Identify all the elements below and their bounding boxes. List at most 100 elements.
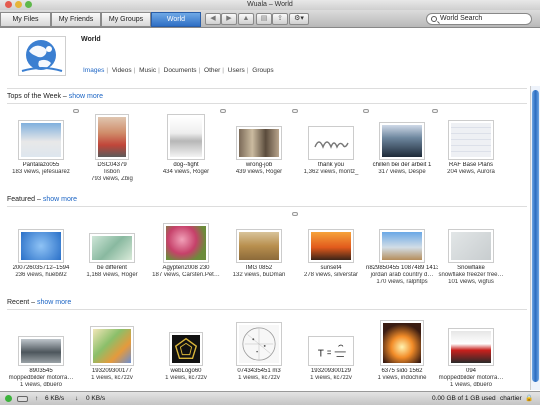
- tab-my-friends[interactable]: My Friends: [51, 12, 101, 27]
- media-title[interactable]: DSC04379: [76, 162, 148, 169]
- media-card[interactable]: sunset4 278 views, silverstar: [295, 211, 367, 279]
- media-title[interactable]: 6375 sido 1562: [366, 368, 438, 375]
- media-title[interactable]: sunset4: [295, 265, 367, 272]
- media-card[interactable]: Snowflake snowflake freezer free… 101 view…: [435, 211, 507, 286]
- media-card[interactable]: 200726035712–1594 236 views, huebi92: [5, 211, 77, 279]
- media-title[interactable]: Ägypten2008 230: [150, 265, 222, 272]
- thumbnail-image[interactable]: [89, 233, 135, 263]
- media-card[interactable]: n829850455 1087489 1413 jordan arab count…: [366, 211, 438, 286]
- media-card[interactable]: 193209300129 1 views, kc7zzv: [295, 314, 367, 382]
- thumbnail-image[interactable]: [308, 336, 354, 366]
- thumbnail-image[interactable]: [169, 332, 203, 366]
- thumbnail-image[interactable]: [379, 122, 425, 160]
- thumbnail-image[interactable]: [18, 229, 64, 263]
- media-card[interactable]: RAF Base Plans 204 views, Aurora: [435, 108, 507, 176]
- show-more-link[interactable]: show more: [43, 196, 77, 203]
- media-title[interactable]: 193209300129: [295, 368, 367, 375]
- thumbnail-image[interactable]: [163, 223, 209, 263]
- media-card[interactable]: 0743435451 m3 1 views, kc7zzv: [223, 314, 295, 382]
- media-card[interactable]: Pantalazo055 183 views, jefesuarez: [5, 108, 77, 176]
- media-card[interactable]: wrong-job 439 views, Roger: [223, 108, 295, 176]
- media-title[interactable]: RAF Base Plans: [435, 162, 507, 169]
- minimize-window-button[interactable]: [15, 1, 22, 8]
- thumbnail-image[interactable]: [236, 126, 282, 160]
- comment-bubble-icon[interactable]: [292, 212, 298, 216]
- scrollbar-thumb[interactable]: [532, 90, 539, 382]
- filter-other[interactable]: Other: [204, 67, 220, 74]
- comment-bubble-icon[interactable]: [363, 109, 369, 113]
- up-button[interactable]: ▲: [238, 13, 254, 25]
- media-card[interactable]: IMG 0852 132 views, buDman: [223, 211, 295, 279]
- thumbnail-image[interactable]: [448, 328, 494, 366]
- media-card[interactable]: thank you 1,362 views, moritz_: [295, 108, 367, 176]
- comment-bubble-icon[interactable]: [432, 109, 438, 113]
- search-input[interactable]: World Search: [426, 13, 532, 25]
- filter-videos[interactable]: Videos: [112, 67, 132, 74]
- thumbnail-image[interactable]: [448, 120, 494, 160]
- media-card[interactable]: chillen bei der arbeit 1 317 views, Despe: [366, 108, 438, 176]
- comment-bubble-icon[interactable]: [220, 109, 226, 113]
- show-more-link[interactable]: show more: [37, 299, 71, 306]
- thumbnail-image[interactable]: [18, 336, 64, 366]
- thumbnail-image[interactable]: [308, 229, 354, 263]
- media-title[interactable]: wrong-job: [223, 162, 295, 169]
- username[interactable]: chartier: [500, 392, 522, 405]
- media-title[interactable]: Pantalazo055: [5, 162, 77, 169]
- zoom-window-button[interactable]: [25, 1, 32, 8]
- media-card[interactable]: dog--fight 434 views, Roger: [150, 108, 222, 176]
- tab-world[interactable]: World: [151, 12, 201, 27]
- thumbnail-image[interactable]: [236, 322, 282, 366]
- show-more-link[interactable]: show more: [69, 93, 103, 100]
- media-title[interactable]: n829850455 1087489 1413: [366, 265, 438, 272]
- media-title[interactable]: 094: [435, 368, 507, 375]
- media-card[interactable]: webLogo60 1 views, kc7zzv: [150, 314, 222, 382]
- thumbnail-image[interactable]: [18, 120, 64, 160]
- media-title[interactable]: dog--fight: [150, 162, 222, 169]
- media-card[interactable]: DSC04379 lisbon 793 views, Zbig: [76, 108, 148, 183]
- action-menu-button[interactable]: ⚙▾: [289, 13, 309, 25]
- filter-groups[interactable]: Groups: [252, 67, 273, 74]
- media-title[interactable]: Snowflake: [435, 265, 507, 272]
- media-card[interactable]: Ägypten2008 230 187 views, Carsten.Pet…: [150, 211, 222, 279]
- media-title[interactable]: 8903545: [5, 368, 77, 375]
- filter-documents[interactable]: Documents: [164, 67, 197, 74]
- media-title[interactable]: thank you: [295, 162, 367, 169]
- media-card[interactable]: 6375 sido 1562 1 views, indochine: [366, 314, 438, 382]
- media-card[interactable]: 094 moppedbilder motorra… 1 views, dbuero: [435, 314, 507, 389]
- filter-music[interactable]: Music: [139, 67, 156, 74]
- forward-button[interactable]: ▶: [221, 13, 237, 25]
- filter-users[interactable]: Users: [228, 67, 245, 74]
- back-button[interactable]: ◀: [205, 13, 221, 25]
- media-title[interactable]: 0743435451 m3: [223, 368, 295, 375]
- thumbnail-image[interactable]: [90, 326, 134, 366]
- vertical-scrollbar[interactable]: [530, 86, 540, 390]
- thumbnail-image[interactable]: [167, 114, 205, 160]
- media-views: 1 views, indochine: [377, 375, 427, 381]
- media-title[interactable]: 193209300177: [76, 368, 148, 375]
- share-button[interactable]: ▤: [256, 13, 272, 25]
- close-window-button[interactable]: [5, 1, 12, 8]
- thumbnail-image[interactable]: [448, 229, 494, 263]
- media-title[interactable]: IMG 0852: [223, 265, 295, 272]
- media-title[interactable]: be different: [76, 265, 148, 272]
- thumbnail-image[interactable]: [95, 114, 129, 160]
- media-filter-bar: Images | Videos | Music | Documents | Other |…: [83, 67, 274, 74]
- media-card[interactable]: be different 1,168 views, Roger: [76, 211, 148, 279]
- thumbnail-image[interactable]: [236, 229, 282, 263]
- media-title[interactable]: chillen bei der arbeit 1: [366, 162, 438, 169]
- comment-bubble-icon[interactable]: [73, 109, 79, 113]
- media-card[interactable]: 193209300177 1 views, kc7zzv: [76, 314, 148, 382]
- thumbnail-image[interactable]: [308, 126, 354, 160]
- thumbnail-image[interactable]: [379, 229, 425, 263]
- upload-button[interactable]: ⇪: [272, 13, 288, 25]
- media-title[interactable]: 200726035712–1594: [5, 265, 77, 272]
- thumbnail-image[interactable]: [380, 320, 424, 366]
- tab-my-files[interactable]: My Files: [0, 12, 51, 27]
- world-logo: [18, 36, 66, 76]
- media-views: 1 views, kc7zzv: [238, 375, 280, 381]
- tab-my-groups[interactable]: My Groups: [101, 12, 151, 27]
- media-card[interactable]: 8903545 moppedbilder motorra… 1 views, dbu…: [5, 314, 77, 389]
- filter-images[interactable]: Images: [83, 67, 104, 74]
- media-title[interactable]: webLogo60: [150, 368, 222, 375]
- comment-bubble-icon[interactable]: [292, 109, 298, 113]
